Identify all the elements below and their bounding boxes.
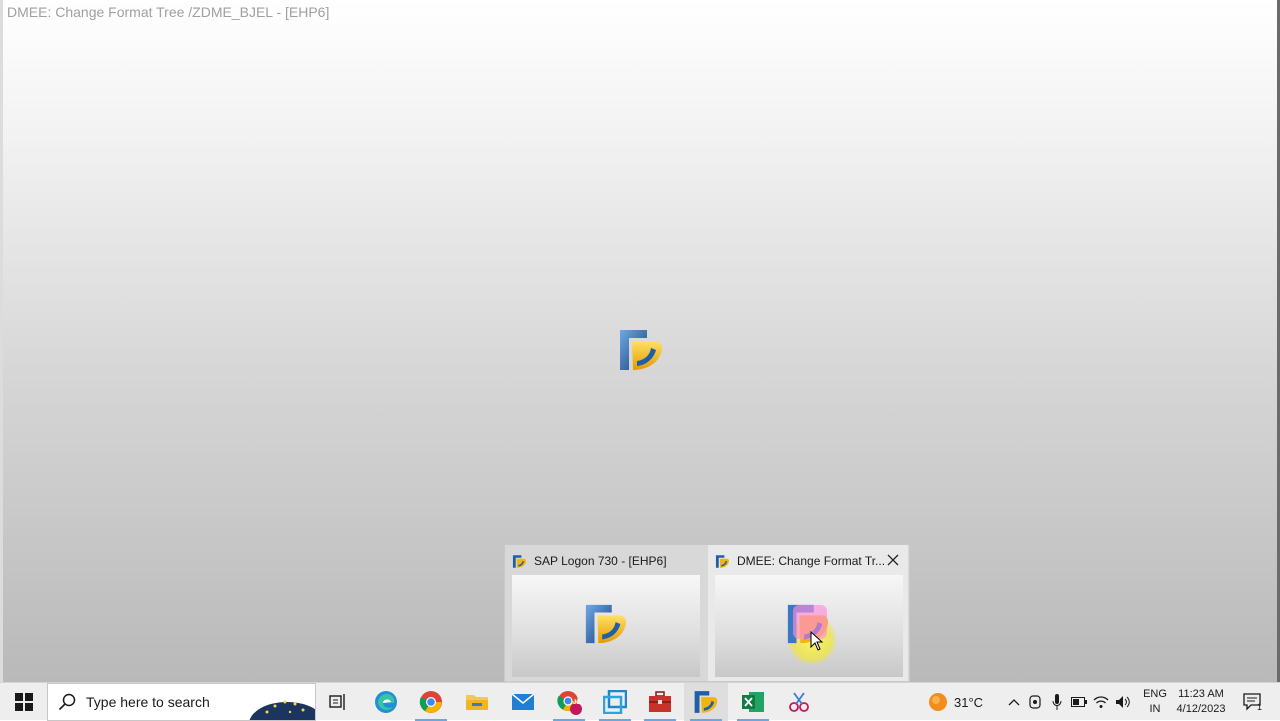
language-region: IN [1149,703,1161,715]
profile-badge: JB [573,700,581,706]
thumbnail-preview [512,575,700,677]
vm-icon [603,690,627,714]
thumbnail-title: DMEE: Change Format Tr... [737,554,886,568]
system-tray [1004,683,1134,721]
mail-button[interactable] [501,683,545,721]
start-button[interactable] [0,683,47,721]
window-left-edge [0,0,3,682]
battery-icon[interactable] [1068,697,1090,707]
search-icon [58,693,76,711]
weather-sun-icon [929,693,947,711]
language-code: ENG [1143,688,1167,700]
windows-logo-icon [14,693,33,711]
excel-button[interactable] [731,683,775,721]
thumbnail-preview [715,575,903,677]
search-placeholder: Type here to search [86,694,210,710]
taskbar-search-box[interactable]: Type here to search [47,683,316,721]
task-view-button[interactable] [316,683,360,721]
search-highlight-graphic [245,684,315,720]
thumbnail-title: SAP Logon 730 - [EHP6] [534,554,667,568]
notification-count: 1 [1257,702,1263,712]
window-title: DMEE: Change Format Tree /ZDME_BJEL - [E… [7,4,330,20]
chevron-up-icon[interactable] [1004,698,1024,706]
snipping-tool-button[interactable] [777,683,821,721]
microphone-icon[interactable] [1046,694,1068,710]
meet-now-icon[interactable] [1024,695,1046,709]
sap-logo-icon [512,554,527,568]
sap-logo-icon [585,604,627,644]
weather-widget[interactable]: 31°C [928,683,983,721]
mail-icon [511,693,535,710]
clock-time: 11:23 AM [1178,688,1224,700]
task-view-icon [329,694,345,710]
mouse-cursor-icon [810,631,824,651]
system-clock[interactable]: 11:23 AM 4/12/2023 [1172,687,1230,717]
taskbar: Type here to search JB 31°C ENG IN 11:23… [0,682,1280,721]
sap-logo-icon [694,691,718,713]
weather-temperature: 31°C [954,694,984,710]
speaker-icon[interactable] [1112,695,1134,709]
wifi-icon[interactable] [1090,695,1112,709]
notification-center-button[interactable]: 1 [1238,683,1268,721]
clock-date: 4/12/2023 [1176,703,1226,715]
thumbnail-sap-logon[interactable]: SAP Logon 730 - [EHP6] [505,545,705,681]
thumbnail-header: SAP Logon 730 - [EHP6] [512,553,667,569]
thumbnail-dmee[interactable]: DMEE: Change Format Tr... [708,545,908,681]
sap-logon-button[interactable] [684,683,728,721]
file-explorer-button[interactable] [455,683,499,721]
thumbnail-header: DMEE: Change Format Tr... [715,553,885,569]
sap-logo-icon [715,554,730,568]
chrome-profile-button[interactable]: JB [547,683,591,721]
close-icon[interactable] [884,551,902,569]
chrome-button[interactable] [409,683,453,721]
folder-icon [466,695,488,710]
chrome-icon [419,691,442,713]
toolbox-button[interactable] [638,683,682,721]
sap-logo-icon [620,330,662,370]
virtual-machine-button[interactable] [593,683,637,721]
edge-icon [375,691,397,713]
taskbar-thumbnail-popup: SAP Logon 730 - [EHP6] DMEE: Change Form… [504,544,910,682]
excel-icon [742,692,764,712]
edge-button[interactable] [364,683,408,721]
snipping-icon [789,692,809,712]
toolbox-icon [649,691,671,712]
language-indicator[interactable]: ENG IN [1140,687,1170,717]
